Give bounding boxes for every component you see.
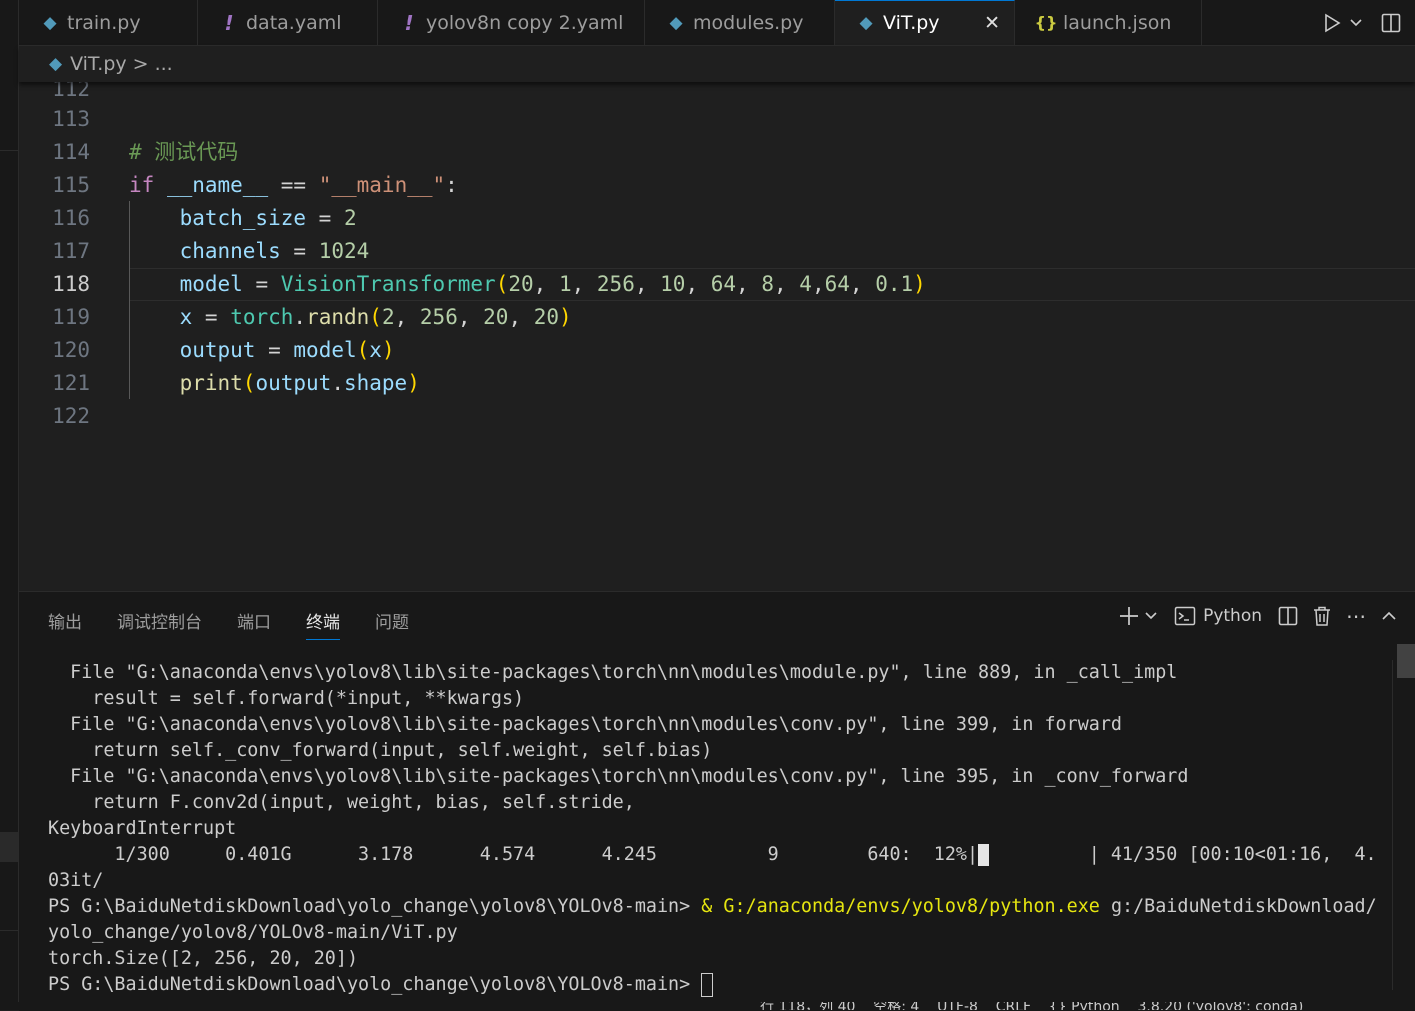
tab-launch-json[interactable]: {} launch.json [1015, 0, 1202, 45]
line-number: 114 [52, 140, 90, 164]
yaml-icon: ! [404, 10, 414, 35]
terminal-profile-label: Python [1203, 606, 1262, 626]
code-line: 114 # 测试代码 [19, 136, 1415, 169]
scrollbar-track [1392, 660, 1393, 990]
code-line-current: 118 model = VisionTransformer(20, 1, 256… [19, 268, 1415, 301]
json-icon: {} [1034, 13, 1058, 32]
tab-label: modules.py [693, 11, 804, 34]
line-number: 119 [52, 305, 90, 329]
tab-vit-py[interactable]: ◆ ViT.py ✕ [835, 0, 1015, 45]
code-line: 117 channels = 1024 [19, 235, 1415, 268]
status-text: 行 118，列 40 空格: 4 UTF-8 CRLF {} Python 3.… [760, 1002, 1304, 1010]
prompt: PS G:\BaiduNetdiskDownload\yolo_change\y… [48, 896, 702, 917]
terminal-line: result = self.forward(*input, **kwargs) [48, 688, 525, 709]
tab-problems[interactable]: 问题 [375, 608, 409, 640]
activity-strip [0, 0, 19, 1010]
python-icon: ◆ [49, 54, 63, 74]
code-line: 116 batch_size = 2 [19, 202, 1415, 235]
panel-tab-list: 输出 调试控制台 端口 终端 问题 [48, 608, 444, 640]
terminal-profile[interactable]: Python [1174, 605, 1262, 627]
progress-tail: | 41/350 [00:10<01:16, 4. [989, 844, 1377, 865]
command-arg: g:/BaiduNetdiskDownload/ [1099, 896, 1377, 917]
line-number: 117 [52, 239, 90, 263]
terminal-line: return self._conv_forward(input, self.we… [48, 740, 713, 761]
code-line: 113 [19, 103, 1415, 136]
run-icon[interactable] [1319, 13, 1345, 33]
command-executable: G:/anaconda/envs/yolov8/python.exe [723, 896, 1100, 917]
line-number: 113 [52, 107, 90, 131]
command-amp: & [701, 896, 724, 917]
breadcrumb: ◆ ViT.py > ... [19, 46, 1415, 82]
line-number: 118 [52, 272, 90, 296]
tab-label: launch.json [1063, 11, 1172, 34]
chevron-down-icon[interactable] [1144, 611, 1158, 621]
scrollbar-thumb[interactable] [1397, 644, 1415, 678]
terminal-line: torch.Size([2, 256, 20, 20]) [48, 948, 359, 969]
line-number: 116 [52, 206, 90, 230]
strip-divider [0, 150, 18, 181]
tab-debug-console[interactable]: 调试控制台 [117, 608, 202, 640]
trash-icon[interactable] [1312, 605, 1332, 627]
line-number: 121 [52, 371, 90, 395]
prompt: PS G:\BaiduNetdiskDownload\yolo_change\y… [48, 974, 702, 995]
tab-train-py[interactable]: ◆ train.py [19, 0, 198, 45]
status-bar: 行 118，列 40 空格: 4 UTF-8 CRLF {} Python 3.… [0, 1002, 1415, 1010]
chevron-up-icon[interactable] [1381, 610, 1397, 622]
more-actions-icon[interactable]: ⋯ [1346, 604, 1367, 628]
tab-output[interactable]: 输出 [48, 608, 82, 640]
breadcrumb-separator: > [132, 53, 149, 75]
tab-label: ViT.py [883, 12, 940, 34]
tab-label: train.py [67, 11, 141, 34]
terminal-line: File "G:\anaconda\envs\yolov8\lib\site-p… [48, 714, 1122, 735]
terminal-command-line: PS G:\BaiduNetdiskDownload\yolo_change\y… [48, 894, 1378, 920]
terminal-line: KeyboardInterrupt [48, 818, 237, 839]
code-line: 121 print(output.shape) [19, 367, 1415, 400]
panel-actions: Python ⋯ [1104, 604, 1397, 628]
code-line: 122 [19, 400, 1415, 433]
new-terminal-icon[interactable] [1118, 605, 1140, 627]
line-number: 115 [52, 173, 90, 197]
bottom-panel: 输出 调试控制台 端口 终端 问题 Python ⋯ File "G:\anac… [19, 591, 1415, 1011]
code-line: 115 if __name__ == "__main__": [19, 169, 1415, 202]
editor-tab-bar: ◆ train.py ! data.yaml ! yolov8n copy 2.… [19, 0, 1415, 46]
progress-text: 1/300 0.401G 3.178 4.574 4.245 9 640: 12… [48, 844, 979, 865]
split-editor-icon[interactable] [1367, 13, 1415, 33]
yaml-icon: ! [224, 10, 234, 35]
python-icon: ◆ [859, 13, 873, 33]
terminal-cursor [701, 973, 714, 997]
terminal-line: return F.conv2d(input, weight, bias, sel… [48, 792, 635, 813]
python-icon: ◆ [669, 12, 683, 33]
line-number: 122 [52, 404, 90, 428]
tab-terminal[interactable]: 终端 [306, 608, 340, 640]
terminal-progress-line: 1/300 0.401G 3.178 4.574 4.245 9 640: 12… [48, 842, 1378, 868]
split-terminal-icon[interactable] [1278, 606, 1298, 626]
terminal-prompt-line: PS G:\BaiduNetdiskDownload\yolo_change\y… [48, 972, 1378, 998]
breadcrumb-file[interactable]: ViT.py [70, 53, 127, 75]
tab-label: yolov8n copy 2.yaml [426, 11, 624, 34]
tab-ports[interactable]: 端口 [237, 608, 271, 640]
terminal-icon [1174, 606, 1196, 626]
python-icon: ◆ [43, 12, 57, 33]
breadcrumb-symbols[interactable]: ... [155, 53, 173, 75]
tab-yolov8n-copy-2-yaml[interactable]: ! yolov8n copy 2.yaml [378, 0, 645, 45]
strip-highlight [0, 832, 18, 862]
progress-block [978, 844, 990, 866]
tab-data-yaml[interactable]: ! data.yaml [198, 0, 378, 45]
terminal-line: 03it/ [48, 870, 104, 891]
code-line: 119 x = torch.randn(2, 256, 20, 20) [19, 301, 1415, 334]
terminal-output[interactable]: File "G:\anaconda\envs\yolov8\lib\site-p… [48, 660, 1378, 998]
terminal-line: File "G:\anaconda\envs\yolov8\lib\site-p… [48, 662, 1178, 683]
tab-modules-py[interactable]: ◆ modules.py [645, 0, 835, 45]
terminal-line: yolo_change/yolov8/YOLOv8-main/ViT.py [48, 922, 458, 943]
line-number: 120 [52, 338, 90, 362]
terminal-line: File "G:\anaconda\envs\yolov8\lib\site-p… [48, 766, 1189, 787]
close-icon[interactable]: ✕ [984, 12, 1000, 34]
chevron-down-icon[interactable] [1345, 18, 1367, 28]
tab-label: data.yaml [246, 11, 342, 34]
code-line: 120 output = model(x) [19, 334, 1415, 367]
strip-divider [0, 930, 18, 931]
code-editor[interactable]: 112 113 114 # 测试代码 115 if __name__ == "__m… [19, 82, 1415, 590]
